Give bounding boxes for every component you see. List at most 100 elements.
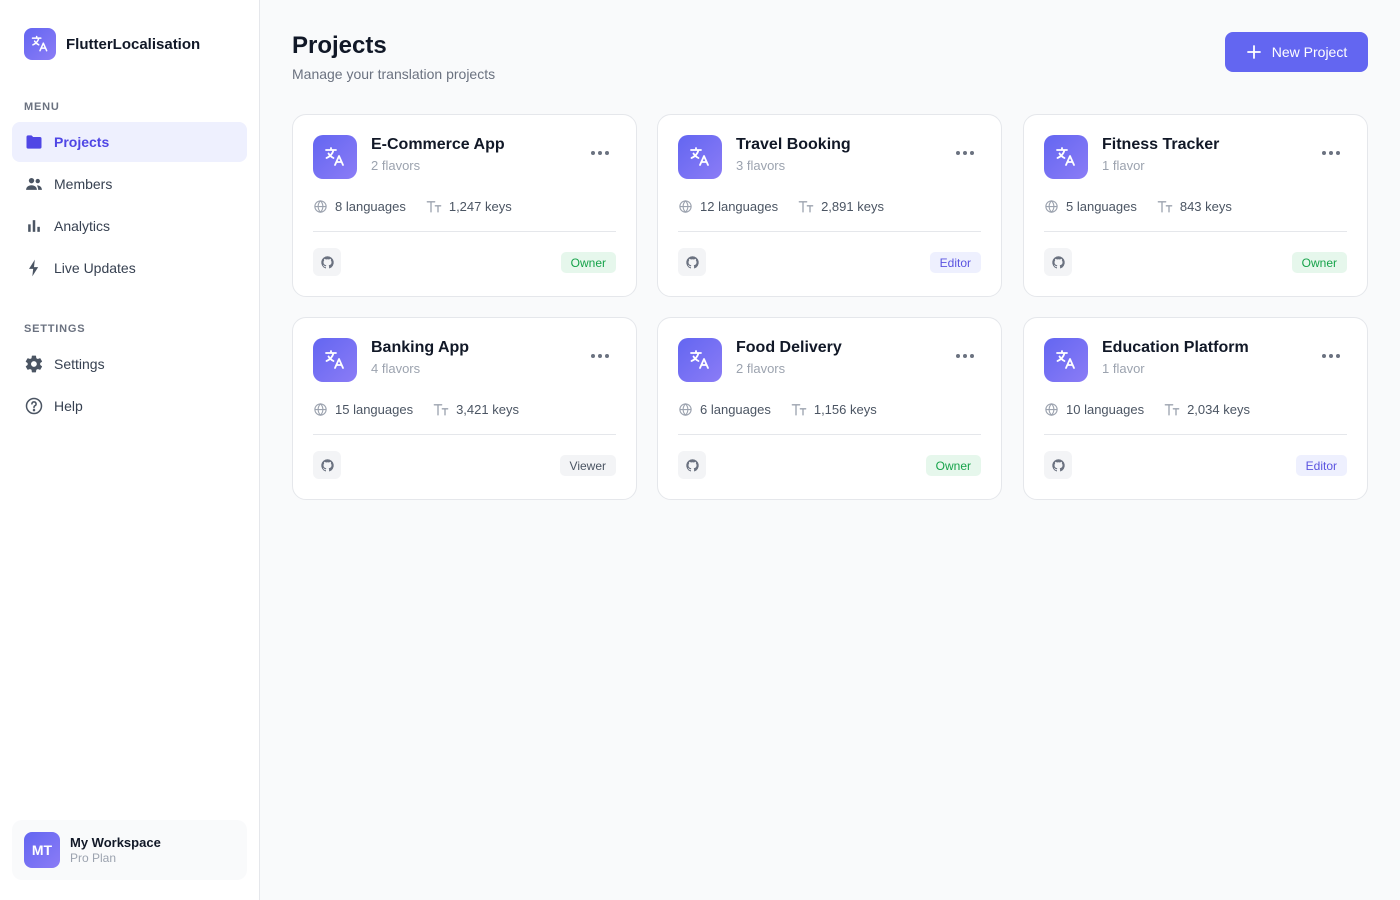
globe-icon <box>1044 199 1059 214</box>
sidebar-item-settings[interactable]: Settings <box>12 344 247 384</box>
project-languages: 8 languages <box>335 199 406 214</box>
workspace-name: My Workspace <box>70 835 161 850</box>
workspace-plan: Pro Plan <box>70 851 117 865</box>
sidebar-item-label: Projects <box>54 134 110 150</box>
project-card[interactable]: Fitness Tracker 1 flavor 5 languages 843… <box>1023 114 1368 297</box>
more-options-icon[interactable] <box>584 143 616 163</box>
card-divider <box>313 231 616 232</box>
github-icon[interactable] <box>313 248 341 276</box>
sidebar: FlutterLocalisation MENU Projects Member… <box>0 0 260 900</box>
sidebar-item-members[interactable]: Members <box>12 164 247 204</box>
project-keys: 2,891 keys <box>821 199 884 214</box>
github-icon[interactable] <box>678 451 706 479</box>
brand[interactable]: FlutterLocalisation <box>24 28 200 60</box>
card-divider <box>678 434 981 435</box>
role-badge: Editor <box>1295 455 1347 476</box>
project-keys: 3,421 keys <box>456 402 519 417</box>
translate-icon <box>24 28 56 60</box>
project-name: Banking App <box>371 339 470 356</box>
project-name: Food Delivery <box>736 339 842 356</box>
project-card[interactable]: Travel Booking 3 flavors 12 languages 2,… <box>657 114 1002 297</box>
role-badge: Viewer <box>559 455 616 476</box>
project-card[interactable]: Food Delivery 2 flavors 6 languages 1,15… <box>657 317 1002 500</box>
menu-section-label: MENU <box>24 101 60 113</box>
project-flavors: 4 flavors <box>371 361 421 376</box>
project-flavors: 2 flavors <box>736 361 786 376</box>
project-name: Travel Booking <box>736 136 851 153</box>
globe-icon <box>313 402 328 417</box>
project-keys: 843 keys <box>1179 199 1232 214</box>
project-languages: 10 languages <box>1066 402 1145 417</box>
sidebar-item-label: Analytics <box>54 218 111 234</box>
sidebar-item-help[interactable]: Help <box>12 386 247 426</box>
bolt-icon <box>24 258 44 278</box>
bar-chart-icon <box>24 216 44 236</box>
new-project-button[interactable]: New Project <box>1225 32 1368 72</box>
translate-icon <box>1044 135 1088 179</box>
globe-icon <box>1044 402 1059 417</box>
card-divider <box>313 434 616 435</box>
folder-icon <box>24 132 44 152</box>
sidebar-item-projects[interactable]: Projects <box>12 122 247 162</box>
project-keys: 2,034 keys <box>1187 402 1250 417</box>
sidebar-item-label: Live Updates <box>54 260 136 276</box>
card-divider <box>1044 434 1347 435</box>
role-badge: Owner <box>560 252 616 273</box>
project-name: Education Platform <box>1102 339 1249 356</box>
project-languages: 15 languages <box>335 402 414 417</box>
translate-icon <box>678 338 722 382</box>
plus-icon <box>1246 44 1262 60</box>
project-keys: 1,156 keys <box>813 402 877 417</box>
text-size-icon <box>798 199 814 214</box>
project-card[interactable]: E-Commerce App 2 flavors 8 languages 1,2… <box>292 114 637 297</box>
github-icon[interactable] <box>678 248 706 276</box>
new-project-label: New Project <box>1271 44 1348 60</box>
project-name: E-Commerce App <box>371 136 505 153</box>
translate-icon <box>313 135 357 179</box>
project-card[interactable]: Banking App 4 flavors 15 languages 3,421… <box>292 317 637 500</box>
project-flavors: 2 flavors <box>371 158 421 173</box>
project-flavors: 3 flavors <box>736 158 786 173</box>
workspace-switcher[interactable]: MT My Workspace Pro Plan <box>12 820 247 880</box>
project-name: Fitness Tracker <box>1102 136 1220 153</box>
project-card[interactable]: Education Platform 1 flavor 10 languages… <box>1023 317 1368 500</box>
translate-icon <box>678 135 722 179</box>
role-badge: Owner <box>1291 252 1347 273</box>
people-icon <box>24 174 44 194</box>
github-icon[interactable] <box>1044 248 1072 276</box>
github-icon[interactable] <box>1044 451 1072 479</box>
translate-icon <box>1044 338 1088 382</box>
sidebar-item-label: Help <box>54 398 83 414</box>
more-options-icon[interactable] <box>949 346 981 366</box>
globe-icon <box>678 402 693 417</box>
avatar: MT <box>24 832 60 868</box>
more-options-icon[interactable] <box>949 143 981 163</box>
text-size-icon <box>791 402 807 417</box>
more-options-icon[interactable] <box>1315 346 1347 366</box>
page-subtitle: Manage your translation projects <box>292 66 496 82</box>
role-badge: Editor <box>929 252 981 273</box>
brand-name: FlutterLocalisation <box>66 35 201 53</box>
project-flavors: 1 flavor <box>1102 158 1145 173</box>
sidebar-item-live-updates[interactable]: Live Updates <box>12 248 247 288</box>
text-size-icon <box>426 199 442 214</box>
translate-icon <box>313 338 357 382</box>
project-languages: 6 languages <box>700 402 771 417</box>
sidebar-item-analytics[interactable]: Analytics <box>12 206 247 246</box>
more-options-icon[interactable] <box>584 346 616 366</box>
github-icon[interactable] <box>313 451 341 479</box>
project-flavors: 1 flavor <box>1102 361 1145 376</box>
text-size-icon <box>1164 402 1180 417</box>
page-title: Projects <box>292 32 387 59</box>
text-size-icon <box>433 402 449 417</box>
sidebar-item-label: Members <box>54 176 113 192</box>
project-keys: 1,247 keys <box>448 199 512 214</box>
globe-icon <box>678 199 693 214</box>
settings-section-label: SETTINGS <box>24 323 86 335</box>
card-divider <box>1044 231 1347 232</box>
card-divider <box>678 231 981 232</box>
text-size-icon <box>1157 199 1173 214</box>
project-languages: 12 languages <box>700 199 779 214</box>
globe-icon <box>313 199 328 214</box>
more-options-icon[interactable] <box>1315 143 1347 163</box>
